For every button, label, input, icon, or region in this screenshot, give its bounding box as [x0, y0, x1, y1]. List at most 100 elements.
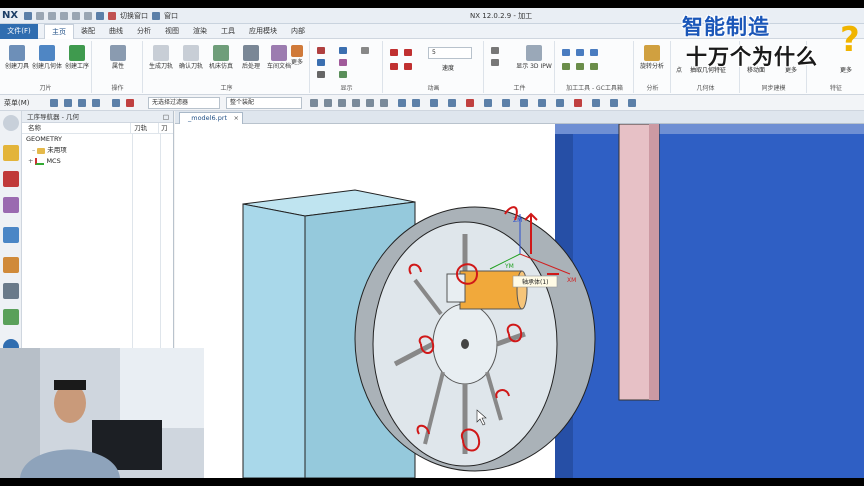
- gc-icon-3[interactable]: [590, 49, 598, 56]
- view-icon-8[interactable]: [520, 99, 528, 107]
- view-icon-12[interactable]: [592, 99, 600, 107]
- window-menu-button[interactable]: 窗口: [164, 11, 178, 21]
- expand-icon[interactable]: +: [28, 156, 33, 167]
- tab-analysis[interactable]: 分析: [130, 24, 158, 39]
- gc-icon-5[interactable]: [576, 63, 584, 70]
- type-filter-select[interactable]: 无选择过滤器: [148, 97, 220, 109]
- view-icon-11[interactable]: [574, 99, 582, 107]
- view-icon-9[interactable]: [538, 99, 546, 107]
- navigator-program-icon[interactable]: [3, 145, 19, 161]
- snap-icon-1[interactable]: [310, 99, 318, 107]
- model-canvas[interactable]: ZM YM XM 轴承体(1): [175, 123, 864, 478]
- create-geometry-button[interactable]: 创建几何体: [32, 45, 62, 70]
- more-workpiece-button[interactable]: 更多: [286, 45, 308, 66]
- snap-icon-6[interactable]: [380, 99, 388, 107]
- tab-internal[interactable]: 内部: [284, 24, 312, 39]
- part-tab[interactable]: _model6.prt ×: [179, 112, 243, 124]
- tree-row-mcs[interactable]: + MCS: [22, 156, 173, 167]
- tab-home[interactable]: 主页: [44, 24, 74, 39]
- tree-row-geometry[interactable]: GEOMETRY: [22, 134, 173, 145]
- tab-assembly[interactable]: 装配: [74, 24, 102, 39]
- display-icon-3[interactable]: [317, 71, 325, 78]
- generate-toolpath-button[interactable]: 生成刀轨: [146, 45, 176, 70]
- column-toolpath[interactable]: 刀轨: [131, 123, 160, 133]
- select-icon-4[interactable]: [92, 99, 100, 107]
- main-menu-button[interactable]: 菜单(M): [4, 98, 30, 108]
- show-3d-ipw-button[interactable]: 显示 3D IPW: [515, 45, 553, 70]
- view-icon-10[interactable]: [556, 99, 564, 107]
- history-icon[interactable]: [3, 283, 19, 299]
- view-icon-13[interactable]: [610, 99, 618, 107]
- tab-tools[interactable]: 工具: [214, 24, 242, 39]
- undo-icon[interactable]: [36, 12, 44, 20]
- select-icon-2[interactable]: [64, 99, 72, 107]
- machine-sim-button[interactable]: 机床仿真: [206, 45, 236, 70]
- create-operation-button[interactable]: 创建工序: [62, 45, 92, 70]
- copy-icon[interactable]: [72, 12, 80, 20]
- tab-view[interactable]: 视图: [158, 24, 186, 39]
- select-icon-6[interactable]: [126, 99, 134, 107]
- snap-icon-3[interactable]: [338, 99, 346, 107]
- gc-icon-1[interactable]: [562, 49, 570, 56]
- step-icon[interactable]: [390, 63, 398, 70]
- display-icon-5[interactable]: [339, 59, 347, 66]
- view-icon-6[interactable]: [484, 99, 492, 107]
- column-tool[interactable]: 刀: [159, 123, 173, 133]
- gc-icon-4[interactable]: [562, 63, 570, 70]
- close-icon[interactable]: ×: [234, 113, 239, 124]
- graphics-window[interactable]: _model6.prt × ZM YM XM 轴承体(1): [175, 111, 864, 478]
- confirm-toolpath-button[interactable]: 确认刀轨: [176, 45, 206, 70]
- tab-applications[interactable]: 应用模块: [242, 24, 284, 39]
- gc-icon-2[interactable]: [576, 49, 584, 56]
- selection-scope-select[interactable]: 整个装配: [226, 97, 302, 109]
- file-menu[interactable]: 文件(F): [0, 24, 38, 39]
- view-icon-7[interactable]: [502, 99, 510, 107]
- select-icon-3[interactable]: [78, 99, 86, 107]
- redo-icon[interactable]: [48, 12, 56, 20]
- display-icon-6[interactable]: [339, 71, 347, 78]
- switch-window-button[interactable]: 切换窗口: [120, 11, 148, 21]
- navigator-geometry-icon[interactable]: [3, 197, 19, 213]
- snap-icon-4[interactable]: [352, 99, 360, 107]
- tool-icon-1[interactable]: [491, 47, 499, 54]
- navigator-method-icon[interactable]: [3, 227, 19, 243]
- speed-select[interactable]: 5: [428, 47, 472, 59]
- cut-icon[interactable]: [60, 12, 68, 20]
- select-icon-5[interactable]: [112, 99, 120, 107]
- view-icon-1[interactable]: [398, 99, 406, 107]
- view-icon-5[interactable]: [466, 99, 474, 107]
- snap-icon-5[interactable]: [366, 99, 374, 107]
- settings-icon[interactable]: [3, 115, 19, 131]
- display-icon-7[interactable]: [361, 47, 369, 54]
- column-name[interactable]: 名称: [22, 123, 132, 133]
- play-icon[interactable]: [404, 49, 412, 56]
- tab-render[interactable]: 渲染: [186, 24, 214, 39]
- tab-curve[interactable]: 曲线: [102, 24, 130, 39]
- create-tool-button[interactable]: 创建刀具: [2, 45, 32, 70]
- save-icon[interactable]: [24, 12, 32, 20]
- view-icon-2[interactable]: [412, 99, 420, 107]
- palette-icon[interactable]: [3, 309, 19, 325]
- view-icon-4[interactable]: [448, 99, 456, 107]
- tree-row-unused[interactable]: – 未用项: [22, 145, 173, 156]
- view-icon-3[interactable]: [430, 99, 438, 107]
- gc-icon-6[interactable]: [590, 63, 598, 70]
- rotate-analysis-button[interactable]: 旋转分析: [637, 45, 667, 70]
- select-icon-1[interactable]: [50, 99, 58, 107]
- window-icon[interactable]: [96, 12, 104, 20]
- window-menu-icon[interactable]: [152, 12, 160, 20]
- play-back-icon[interactable]: [390, 49, 398, 56]
- paste-icon[interactable]: [84, 12, 92, 20]
- switch-window-icon[interactable]: [108, 12, 116, 20]
- post-process-button[interactable]: 后处理: [236, 45, 266, 70]
- library-icon[interactable]: [3, 257, 19, 273]
- stop-icon[interactable]: [404, 63, 412, 70]
- properties-button[interactable]: 属性: [103, 45, 133, 70]
- pin-icon[interactable]: □: [163, 111, 169, 123]
- tool-icon-2[interactable]: [491, 59, 499, 66]
- navigator-machine-icon[interactable]: [3, 171, 19, 187]
- view-icon-14[interactable]: [628, 99, 636, 107]
- snap-icon-2[interactable]: [324, 99, 332, 107]
- display-icon-4[interactable]: [339, 47, 347, 54]
- display-icon-1[interactable]: [317, 47, 325, 54]
